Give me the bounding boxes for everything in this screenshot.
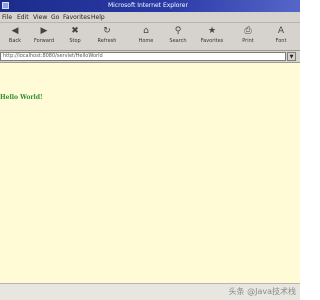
home-icon: ⌂: [143, 26, 149, 36]
forward-arrow-icon: ▶: [40, 26, 48, 36]
refresh-button[interactable]: ↻ Refresh: [94, 25, 120, 49]
forward-label: Forward: [33, 38, 55, 44]
favorites-button[interactable]: ★ Favorites: [199, 25, 225, 49]
window-title: Microsoft Internet Explorer: [108, 2, 188, 9]
refresh-icon: ↻: [103, 26, 111, 36]
favorites-icon: ★: [207, 26, 217, 36]
font-icon: A: [277, 26, 285, 36]
back-arrow-icon: ◀: [11, 26, 19, 36]
print-label: Print: [242, 38, 254, 44]
search-label: Search: [169, 38, 187, 44]
back-label: Back: [8, 38, 22, 44]
title-bar: Microsoft Internet Explorer: [0, 0, 300, 12]
home-label: Home: [138, 38, 154, 44]
page-content: Hello World!: [0, 63, 300, 283]
search-icon: ⚲: [174, 26, 182, 36]
forward-button[interactable]: ▶ Forward: [31, 25, 57, 49]
watermark: 头条 @Java技术栈: [228, 287, 296, 296]
menu-file[interactable]: File: [2, 12, 12, 23]
address-bar: http://localhost:8080/servlet/HelloWorld…: [0, 51, 300, 63]
font-button[interactable]: A Font: [268, 25, 294, 49]
print-icon: ⎙: [244, 26, 252, 36]
app-icon: [2, 2, 9, 9]
menu-edit[interactable]: Edit: [17, 12, 29, 23]
menu-view[interactable]: View: [33, 12, 47, 23]
address-input[interactable]: http://localhost:8080/servlet/HelloWorld: [0, 52, 286, 61]
print-button[interactable]: ⎙ Print: [235, 25, 261, 49]
search-button[interactable]: ⚲ Search: [165, 25, 191, 49]
stop-icon: ✖: [71, 26, 79, 36]
menu-go[interactable]: Go: [51, 12, 59, 23]
stop-button[interactable]: ✖ Stop: [62, 25, 88, 49]
chevron-down-icon: ▼: [289, 54, 294, 60]
refresh-label: Refresh: [97, 38, 117, 44]
stop-label: Stop: [69, 38, 81, 44]
page-text: Hello World!: [0, 94, 43, 101]
back-button[interactable]: ◀ Back: [2, 25, 28, 49]
font-label: Font: [275, 38, 287, 44]
status-bar: 头条 @Java技术栈: [0, 283, 300, 300]
menu-bar: File Edit View Go Favorites Help: [0, 12, 300, 23]
toolbar: ◀ Back ▶ Forward ✖ Stop ↻ Refresh ⌂ Home…: [0, 23, 300, 51]
menu-help[interactable]: Help: [91, 12, 105, 23]
menu-favorites[interactable]: Favorites: [63, 12, 90, 23]
favorites-label: Favorites: [200, 38, 224, 44]
home-button[interactable]: ⌂ Home: [133, 25, 159, 49]
address-dropdown-button[interactable]: ▼: [287, 52, 296, 61]
